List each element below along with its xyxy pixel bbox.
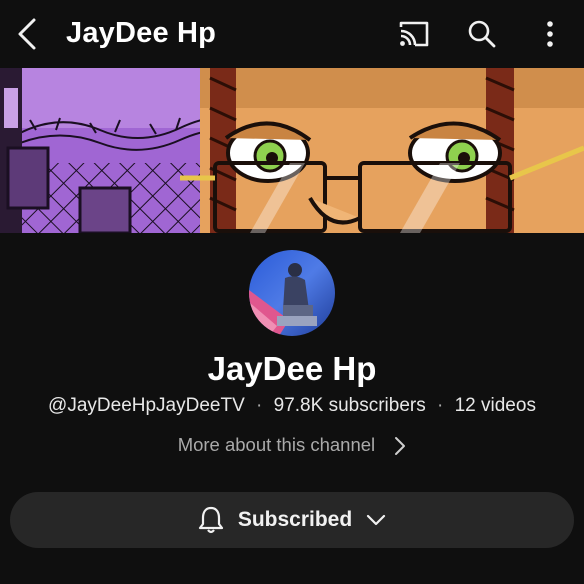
back-icon [18,18,36,50]
more-options-button[interactable] [530,14,570,54]
video-count: 12 videos [454,395,536,416]
banner-artwork [0,68,584,233]
more-vertical-icon [547,21,553,47]
avatar-image [249,250,335,336]
more-about-channel-link[interactable]: More about this channel [0,434,584,456]
subscribed-button[interactable]: Subscribed [10,492,574,548]
more-about-label: More about this channel [177,434,376,455]
channel-banner [0,68,584,233]
meta-separator: · [256,395,263,416]
channel-meta: @JayDeeHpJayDeeTV · 97.8K subscribers · … [0,395,584,417]
cast-button[interactable] [394,14,434,54]
back-button[interactable] [14,16,44,52]
cast-icon [399,21,429,47]
search-icon [468,20,496,48]
channel-handle: @JayDeeHpJayDeeTV [48,395,245,416]
page-title: JayDee Hp [66,17,217,49]
search-button[interactable] [462,14,502,54]
chevron-right-icon [395,437,406,456]
channel-avatar[interactable] [249,250,335,336]
meta-separator: · [437,395,444,416]
subscribed-label: Subscribed [237,508,353,531]
chevron-down-icon [367,514,386,526]
channel-name: JayDee Hp [207,350,377,387]
subscriber-count: 97.8K subscribers [273,395,426,416]
app-bar: JayDee Hp [0,0,584,68]
bell-icon [198,506,223,534]
